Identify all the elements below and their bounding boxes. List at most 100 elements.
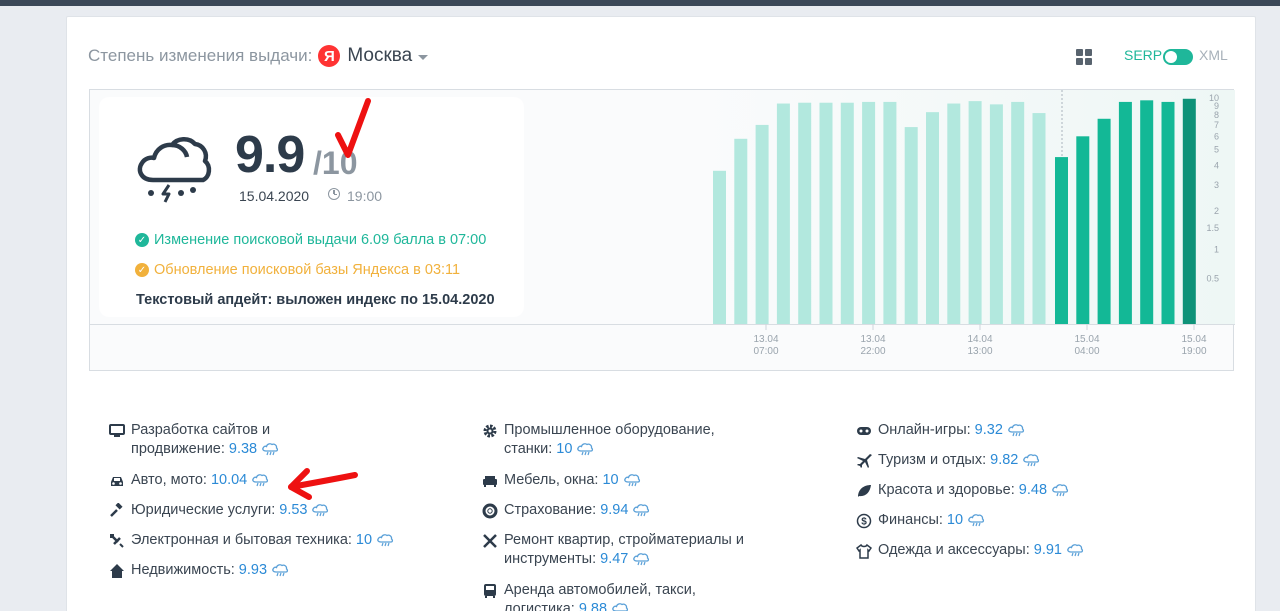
chart-bar[interactable] [926,112,939,325]
category-label: Туризм и отдых: 9.82 [878,451,1040,470]
category-text: Разработка сайтов и продвижение: 9.38 [131,421,279,459]
category-label: Онлайн-игры: 9.32 [878,421,1025,440]
text-update-note: Текстовый апдейт: выложен индекс по 15.0… [136,292,495,308]
monitor-icon [109,423,125,439]
city-selector[interactable]: Москва [347,45,412,67]
category-item[interactable]: Страхование: 9.94 [482,501,650,520]
category-value[interactable]: 9.94 [600,502,628,518]
chart-bar[interactable] [1011,101,1025,325]
category-item[interactable]: Туризм и отдых: 9.82 [856,451,1040,470]
category-value[interactable]: 9.38 [229,441,257,457]
chart-bar[interactable] [862,101,876,325]
chart-bar[interactable] [1055,157,1068,324]
y-tick-label: 5 [1214,145,1219,155]
sofa-icon [482,473,498,489]
chart-bar[interactable] [968,101,982,324]
x-tick-date: 13.04 [753,334,778,345]
weather-time: 19:00 [347,188,383,204]
category-item[interactable]: Ремонт квартир, стройматериалы и инструме… [482,531,744,569]
chart-bar[interactable] [798,102,812,324]
check-circle-icon: ✓ [135,263,149,277]
category-label-line2: инструменты: 9.47 [504,550,744,569]
category-item[interactable]: $ Финансы: 10 [856,511,985,530]
category-value[interactable]: 9.82 [990,452,1018,468]
chart-bar[interactable] [1097,118,1111,324]
weather-cloud-icon [1062,542,1084,558]
category-text: Авто, мото: 10.04 [131,471,269,490]
weather-cloud-icon [619,472,641,488]
category-value[interactable]: 10.04 [211,472,247,488]
chart-bar[interactable] [1140,100,1154,325]
chart-bar[interactable] [1182,98,1196,324]
category-item[interactable]: Онлайн-игры: 9.32 [856,421,1025,440]
category-text: Электронная и бытовая техника: 10 [131,531,394,550]
chart-bar[interactable] [1076,136,1090,324]
category-label: Аренда автомобилей, такси, [504,582,696,598]
header-label: Степень изменения выдачи: [88,46,313,65]
category-item[interactable]: Промышленное оборудование, станки: 10 [482,421,715,459]
serp-xml-toggle[interactable] [1163,49,1193,65]
gear-icon [482,423,498,439]
x-tick-time: 07:00 [753,346,778,357]
category-text: Онлайн-игры: 9.32 [878,421,1025,440]
category-item[interactable]: Электронная и бытовая техника: 10 [109,531,394,550]
x-tick-date: 13.04 [860,334,885,345]
category-item[interactable]: Недвижимость: 9.93 [109,561,289,580]
shirt-icon [855,543,873,559]
chart-bar[interactable] [947,103,961,325]
weather-cloud-icon [247,472,269,488]
chart-bar[interactable] [734,138,748,324]
chart-bar[interactable] [1161,101,1175,325]
top-bar [0,0,1280,6]
y-tick-label: 1 [1214,244,1219,254]
y-tick-label: 1.5 [1206,223,1219,233]
chart-bar[interactable] [713,170,726,324]
category-value[interactable]: 9.48 [1019,482,1047,498]
y-tick-label: 7 [1214,120,1219,130]
category-label: Недвижимость: 9.93 [131,561,289,580]
serp-label[interactable]: SERP [1124,47,1162,63]
chart-bar[interactable] [1032,113,1046,324]
weather-score: 9.9 [235,126,305,184]
category-value[interactable]: 10 [602,472,618,488]
category-item[interactable]: Мебель, окна: 10 [482,471,641,490]
category-text: Юридические услуги: 9.53 [131,501,329,520]
chart-bar[interactable] [989,104,1003,324]
status-base-update-text: Обновление поисковой базы Яндекса в 03:1… [154,262,461,278]
category-item[interactable]: Разработка сайтов и продвижение: 9.38 [109,421,279,459]
category-value[interactable]: 9.32 [975,422,1003,438]
chart-bar[interactable] [840,102,854,324]
category-value[interactable]: 9.88 [579,601,607,611]
category-item[interactable]: Авто, мото: 10.04 [109,471,269,490]
category-label: Электронная и бытовая техника: 10 [131,531,394,550]
category-item[interactable]: Одежда и аксессуары: 9.91 [855,541,1084,560]
category-value[interactable]: 9.53 [279,502,307,518]
category-value[interactable]: 9.91 [1034,542,1062,558]
chart-bar[interactable] [776,103,790,325]
gamepad-icon [856,423,872,439]
svg-text:$: $ [861,517,867,528]
yandex-logo-icon: Я [318,45,341,67]
chart-bar[interactable] [904,127,918,324]
chart-bar[interactable] [819,102,833,324]
weather-cloud-icon [1003,422,1025,438]
category-value[interactable]: 10 [947,512,963,528]
grid-view-icon[interactable] [1076,49,1092,65]
category-item[interactable]: Красота и здоровье: 9.48 [856,481,1069,500]
y-tick-label: 8 [1214,110,1219,120]
category-text: Промышленное оборудование, станки: 10 [504,421,715,459]
chart-bar[interactable] [755,124,769,324]
category-value[interactable]: 9.93 [239,562,267,578]
chart-bar[interactable] [1118,101,1132,325]
category-item[interactable]: Аренда автомобилей, такси, логистика: 9.88 [482,581,696,611]
chart-bar[interactable] [883,101,897,325]
category-value[interactable]: 10 [356,532,372,548]
xml-label[interactable]: XML [1199,47,1228,63]
category-value[interactable]: 10 [556,441,572,457]
category-value[interactable]: 9.47 [600,551,628,567]
chevron-down-icon[interactable] [418,55,429,60]
home-icon [109,563,125,579]
category-item[interactable]: Юридические услуги: 9.53 [109,501,329,520]
category-label: Красота и здоровье: 9.48 [878,481,1069,500]
x-axis-ticks: 13.0407:0013.0422:0014.0413:0015.0404:00… [753,324,1207,357]
